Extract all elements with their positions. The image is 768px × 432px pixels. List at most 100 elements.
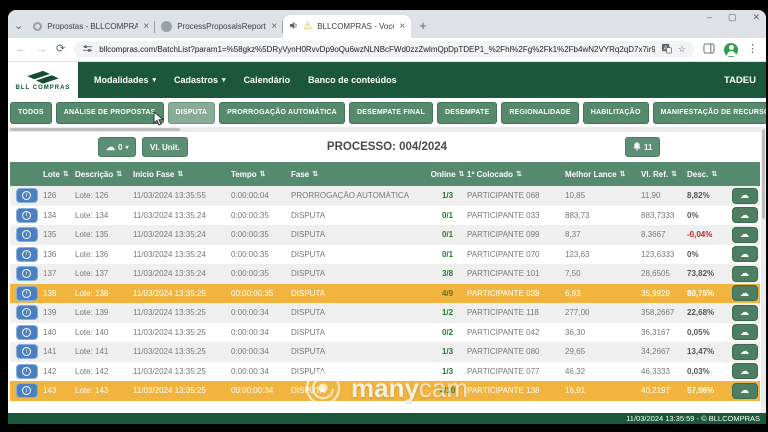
chat-button[interactable]: ☁: [732, 227, 758, 243]
chat-count-button[interactable]: ☁ 0 ▾: [98, 137, 136, 157]
phase-tab-desempate[interactable]: DESEMPATE: [437, 102, 497, 124]
phase-tab-regionalidade[interactable]: REGIONALIDADE: [501, 102, 578, 124]
col-header-descricao[interactable]: Descrição⇅: [72, 170, 130, 179]
col-header-online[interactable]: Online⇅: [428, 170, 464, 179]
browser-tab-propostas[interactable]: Propostas - BLLCOMPRAS ×: [27, 15, 155, 38]
info-button[interactable]: i: [16, 227, 38, 242]
cell-descricao: Lote: 136: [72, 250, 130, 259]
table-row[interactable]: i 137 Lote: 137 11/03/2024 13:35:24 0:00…: [10, 264, 760, 284]
info-button[interactable]: i: [16, 208, 38, 223]
chat-button[interactable]: ☁: [732, 324, 758, 340]
info-button[interactable]: i: [16, 247, 38, 262]
menu-dots-icon[interactable]: ⋮: [747, 44, 758, 55]
tab-close-icon[interactable]: ×: [271, 21, 277, 32]
chat-button[interactable]: ☁: [732, 188, 758, 204]
bll-logo[interactable]: BLL COMPRAS: [8, 62, 78, 98]
col-header-melhor-lance[interactable]: Melhor Lance⇅: [562, 170, 638, 179]
phase-tab-disputa[interactable]: DISPUTA: [168, 102, 216, 124]
info-button[interactable]: i: [16, 266, 38, 281]
table-row[interactable]: i 140 Lote: 140 11/03/2024 13:35:25 0:00…: [10, 323, 760, 343]
table-row[interactable]: i 136 Lote: 136 11/03/2024 13:35:24 0:00…: [10, 245, 760, 265]
phase-tab-prorrogacao-automatica[interactable]: PRORROGAÇÃO AUTOMÁTICA: [219, 102, 345, 124]
notifications-button[interactable]: 11: [625, 137, 660, 157]
chat-cloud-icon: ☁: [740, 211, 749, 220]
phase-tab-desempate-final[interactable]: DESEMPATE FINAL: [349, 102, 433, 124]
col-header-lote[interactable]: Lote⇅: [40, 170, 72, 179]
side-panel-icon[interactable]: [703, 41, 715, 59]
info-button[interactable]: i: [16, 188, 38, 203]
forward-icon[interactable]: →: [36, 44, 47, 55]
table-row[interactable]: i 141 Lote: 141 11/03/2024 13:35:25 0:00…: [10, 342, 760, 362]
info-button[interactable]: i: [16, 344, 38, 359]
chat-button[interactable]: ☁: [732, 383, 758, 399]
back-icon[interactable]: ←: [16, 44, 27, 55]
tab-close-icon[interactable]: ×: [143, 21, 149, 32]
new-tab-button[interactable]: +: [419, 18, 427, 33]
cell-lote: 136: [40, 250, 72, 259]
col-header-desc[interactable]: Desc.⇅: [684, 170, 726, 179]
table-row[interactable]: i 126 Lote: 126 11/03/2024 13:35:55 0:00…: [10, 186, 760, 206]
table-row[interactable]: i 134 Lote: 134 11/03/2024 13:35:24 0:00…: [10, 206, 760, 226]
col-header-tempo[interactable]: Tempo⇅: [228, 170, 288, 179]
nav-calendario[interactable]: Calendário: [244, 75, 291, 85]
info-button[interactable]: i: [16, 364, 38, 379]
browser-tab-report[interactable]: ProcessProposalsReport ×: [155, 15, 283, 38]
user-menu[interactable]: TADEU: [724, 75, 756, 86]
site-info-tune-icon[interactable]: [82, 41, 93, 59]
cell-descricao: Lote: 138: [72, 289, 130, 298]
info-icon: i: [22, 308, 31, 317]
cell-vl-ref: 46,3333: [638, 367, 684, 376]
tab-search-chevron-icon[interactable]: ⌄: [14, 19, 23, 32]
info-button[interactable]: i: [16, 286, 38, 301]
chat-button[interactable]: ☁: [732, 285, 758, 301]
cell-descricao: Lote: 135: [72, 230, 130, 239]
vl-unit-button[interactable]: Vl. Unit.: [142, 137, 188, 157]
cell-desc-percent: 13,47%: [684, 347, 726, 356]
cell-desc-percent: 0,03%: [684, 367, 726, 376]
reload-icon[interactable]: ⟳: [56, 44, 65, 55]
browser-tab-active-bllcompras[interactable]: ⚠ BLLCOMPRAS - Você tem 1 ×: [283, 15, 411, 38]
tab-close-icon[interactable]: ×: [399, 21, 405, 32]
nav-banco-de-conteudos[interactable]: Banco de conteúdos: [308, 75, 397, 85]
bell-icon: [633, 142, 641, 153]
phase-tab-todos[interactable]: TODOS: [10, 102, 52, 124]
cell-tempo: 0:00:00:34: [228, 347, 288, 356]
info-button[interactable]: i: [16, 325, 38, 340]
minimize-button[interactable]: –: [707, 12, 712, 23]
nav-cadastros[interactable]: Cadastros ▾: [174, 75, 226, 85]
translate-icon[interactable]: A: [661, 41, 672, 59]
table-row[interactable]: i 135 Lote: 135 11/03/2024 13:35:24 0:00…: [10, 225, 760, 245]
phase-tab-manifestacao-de-recursos[interactable]: MANIFESTAÇÃO DE RECURSOS: [653, 102, 766, 124]
chat-button[interactable]: ☁: [732, 344, 758, 360]
vertical-scrollbar[interactable]: [761, 127, 766, 413]
chat-cloud-icon: ☁: [740, 250, 749, 259]
chat-button[interactable]: ☁: [732, 305, 758, 321]
bookmark-star-icon[interactable]: ☆: [678, 44, 686, 55]
maximize-button[interactable]: ▢: [728, 12, 737, 23]
col-header-vl-ref[interactable]: Vl. Ref.⇅: [638, 170, 684, 179]
phase-tab-habilitacao[interactable]: HABILITAÇÃO: [583, 102, 649, 124]
info-button[interactable]: i: [16, 305, 38, 320]
app-header: BLL COMPRAS Modalidades ▾ Cadastros ▾ Ca…: [8, 62, 766, 98]
chat-button[interactable]: ☁: [732, 246, 758, 262]
scrollbar-thumb[interactable]: [762, 129, 765, 219]
info-button[interactable]: i: [16, 383, 38, 398]
chat-button[interactable]: ☁: [732, 266, 758, 282]
table-row[interactable]: i 143 Lote: 143 11/03/2024 13:35:25 00:0…: [10, 381, 760, 401]
cell-inicio-fase: 11/03/2024 13:35:55: [130, 191, 228, 200]
table-row[interactable]: i 138 Lote: 138 11/03/2024 13:35:25 00:0…: [10, 284, 760, 304]
window-close-button[interactable]: ✕: [752, 12, 760, 23]
address-bar[interactable]: bllcompras.com/BatchList?param1=%58gkz%5…: [74, 41, 694, 58]
chat-button[interactable]: ☁: [732, 207, 758, 223]
phase-tab-analise-de-propostas[interactable]: ANÁLISE DE PROPOSTAS: [56, 102, 164, 124]
table-row[interactable]: i 139 Lote: 139 11/03/2024 13:35:25 0:00…: [10, 303, 760, 323]
col-header-fase[interactable]: Fase⇅: [288, 170, 428, 179]
col-header-colocado[interactable]: 1º Colocado⇅: [464, 170, 562, 179]
nav-modalidades[interactable]: Modalidades ▾: [94, 75, 156, 85]
profile-avatar[interactable]: [724, 43, 738, 57]
chat-button[interactable]: ☁: [732, 363, 758, 379]
col-header-inicio-fase[interactable]: Início Fase⇅: [130, 170, 228, 179]
cell-inicio-fase: 11/03/2024 13:35:24: [130, 230, 228, 239]
cell-fase: DISPUTA: [288, 386, 428, 395]
table-row[interactable]: i 142 Lote: 142 11/03/2024 13:35:25 0:00…: [10, 362, 760, 382]
